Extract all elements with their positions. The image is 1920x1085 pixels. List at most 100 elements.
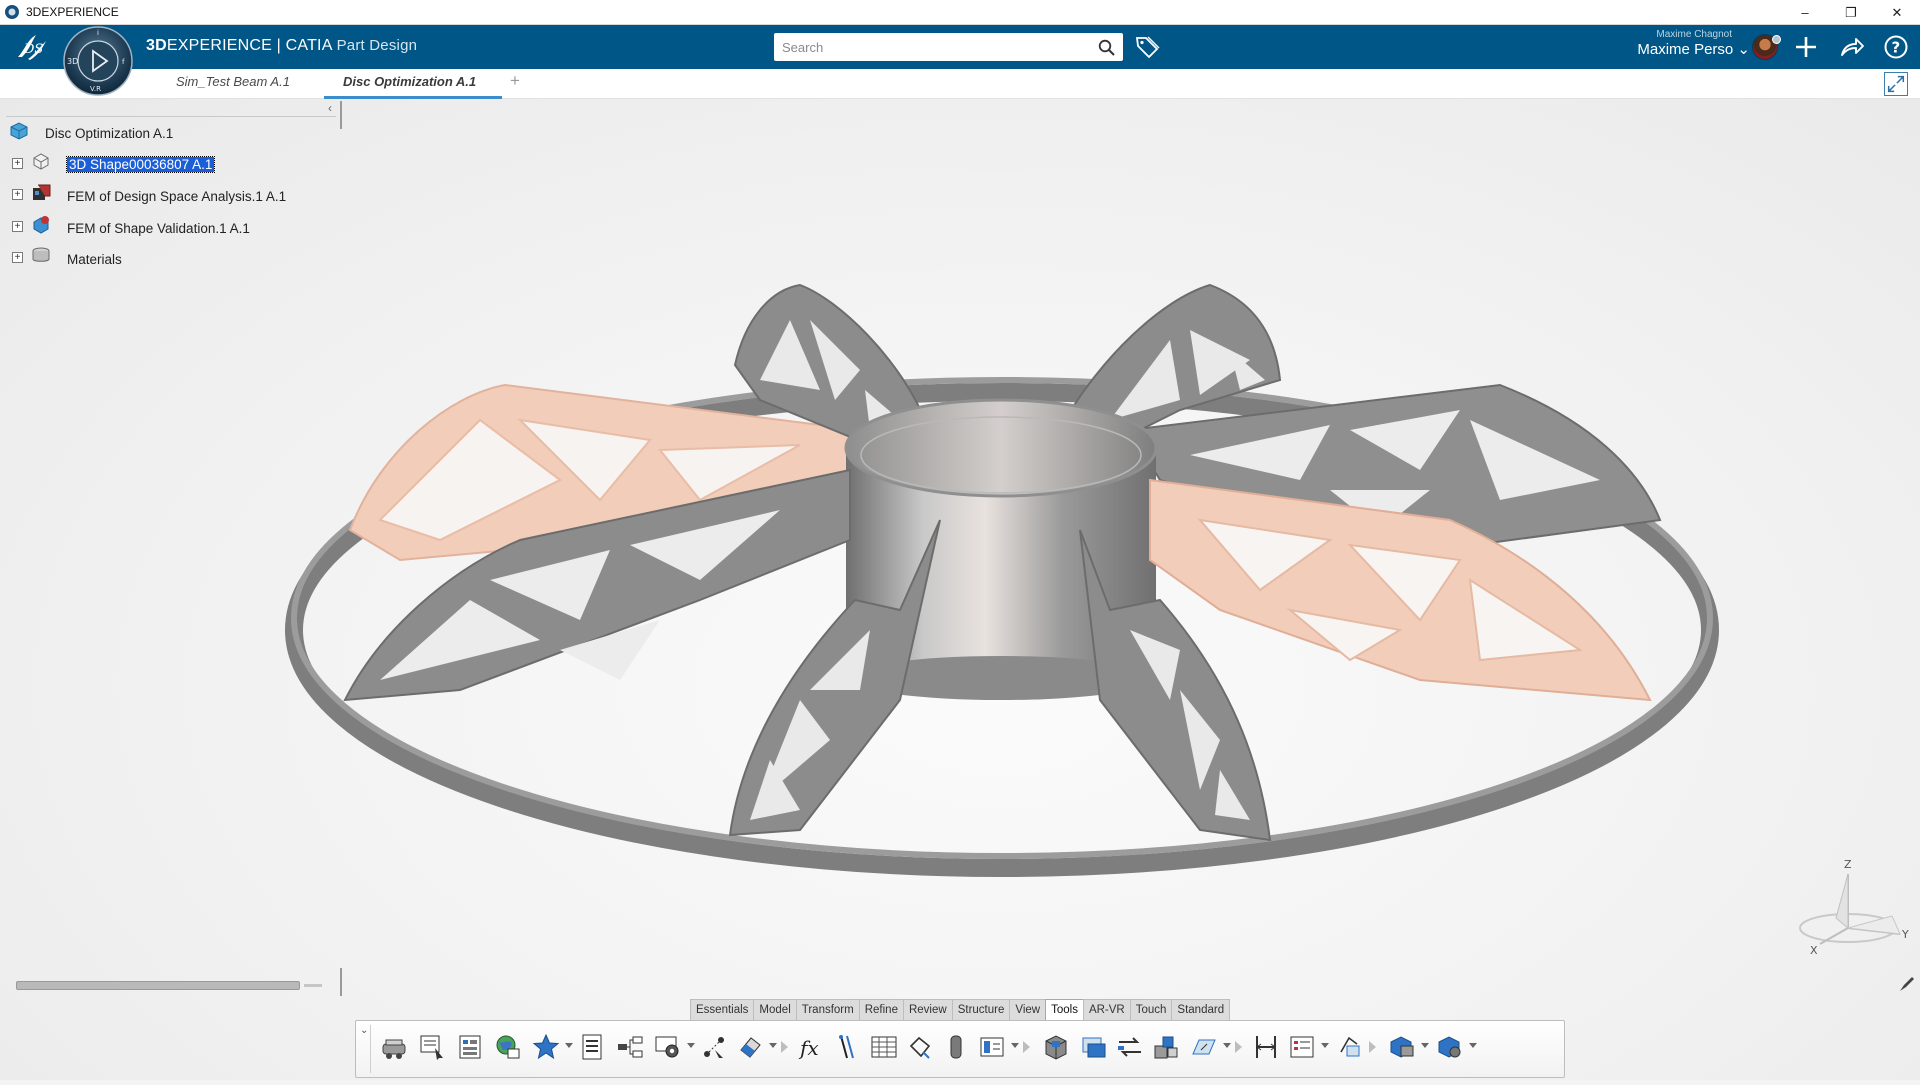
section-tab-view[interactable]: View <box>1009 999 1047 1020</box>
tree-item-3d-shape[interactable]: 3D Shape00036807 A.1 <box>65 156 216 173</box>
tree-item-fem-design-space[interactable]: FEM of Design Space Analysis.1 A.1 <box>67 189 286 204</box>
tag-icon[interactable] <box>1134 34 1160 60</box>
scrollbar-thumb[interactable] <box>16 981 300 990</box>
search-icon[interactable] <box>1098 39 1115 56</box>
section-tab-model[interactable]: Model <box>753 999 797 1020</box>
favorites-star-icon[interactable] <box>530 1031 562 1063</box>
cylinder-parameter-icon[interactable] <box>940 1031 972 1063</box>
tree-item-materials[interactable]: Materials <box>67 252 122 267</box>
action-bar-grip[interactable] <box>370 1025 373 1073</box>
axis-y-label: Y <box>1901 928 1909 941</box>
tree-reorder-icon[interactable] <box>614 1031 646 1063</box>
tree-expander-materials[interactable]: + <box>12 252 23 263</box>
section-tab-standard[interactable]: Standard <box>1171 999 1231 1020</box>
compass-vr-label: V.R <box>90 85 101 93</box>
brand-3d: 3D <box>146 37 167 54</box>
tree-expander-fem-validation[interactable]: + <box>12 221 23 232</box>
section-tab-touch[interactable]: Touch <box>1129 999 1173 1020</box>
transfer-icon[interactable] <box>1114 1031 1146 1063</box>
tab-sim-test-beam[interactable]: Sim_Test Beam A.1 <box>176 74 290 89</box>
properties-list-icon[interactable] <box>1286 1031 1318 1063</box>
reaction-icon[interactable] <box>904 1031 936 1063</box>
section-tab-review[interactable]: Review <box>902 999 953 1020</box>
formula-fx-icon[interactable]: fx <box>796 1031 828 1063</box>
compass-i-label: i <box>97 29 99 37</box>
3dexperience-app-icon <box>5 5 19 19</box>
3d-box-icon[interactable] <box>1040 1031 1072 1063</box>
table-view-icon[interactable] <box>454 1031 486 1063</box>
tab-disc-optimization[interactable]: Disc Optimization A.1 <box>343 74 476 89</box>
measure-icon[interactable] <box>1250 1031 1282 1063</box>
section-tab-refine[interactable]: Refine <box>858 999 904 1020</box>
select-properties-icon[interactable] <box>416 1031 448 1063</box>
action-bar: ⌄ fx <box>355 1020 1565 1078</box>
section-tab-transform[interactable]: Transform <box>795 999 860 1020</box>
settings-icon[interactable] <box>652 1031 684 1063</box>
capture-dropdown-icon[interactable] <box>1011 1043 1019 1048</box>
action-bar-separator <box>781 1041 788 1053</box>
user-menu[interactable]: Maxime Chagnot Maxime Perso ⌄ <box>1598 29 1750 58</box>
tree-expander-fem-design[interactable]: + <box>12 189 23 200</box>
tree-item-fem-shape-validation[interactable]: FEM of Shape Validation.1 A.1 <box>67 221 250 236</box>
notification-badge <box>1772 35 1781 44</box>
new-tab-button[interactable]: + <box>510 71 520 91</box>
scanner-icon[interactable] <box>378 1031 410 1063</box>
brand-experience: EXPERIENCE | CATIA <box>166 37 333 54</box>
tree-splitter[interactable] <box>340 101 342 129</box>
close-window-button[interactable]: ✕ <box>1874 0 1920 25</box>
section-tab-tools[interactable]: Tools <box>1045 999 1084 1020</box>
product-icon <box>10 122 28 140</box>
settings-dropdown-icon[interactable] <box>687 1043 695 1048</box>
fix-together-icon[interactable] <box>698 1031 730 1063</box>
simulation-settings-dropdown-icon[interactable] <box>1469 1043 1477 1048</box>
help-icon[interactable]: ? <box>1882 33 1910 61</box>
restore-button[interactable]: ❐ <box>1828 0 1874 25</box>
3d-viewport[interactable] <box>0 99 1920 1080</box>
axis-triad-widget[interactable]: Z Y X <box>1792 856 1912 956</box>
section-tab-essentials[interactable]: Essentials <box>690 999 755 1020</box>
assembly-icon[interactable] <box>1150 1031 1182 1063</box>
add-icon[interactable] <box>1792 33 1820 61</box>
window-title: 3DEXPERIENCE <box>26 5 119 19</box>
fullscreen-icon[interactable] <box>1884 72 1908 96</box>
share-icon[interactable] <box>1838 33 1866 61</box>
section-tab-ar-vr[interactable]: AR-VR <box>1082 999 1131 1020</box>
action-bar-collapse-icon[interactable]: ⌄ <box>360 1025 368 1036</box>
compass-widget[interactable]: 3D V.R i f <box>62 25 134 97</box>
top-bar: DS 3DEXPERIENCE | CATIAPart Design Maxim… <box>0 25 1920 69</box>
compass-snap-icon[interactable] <box>1334 1031 1366 1063</box>
properties-dropdown-icon[interactable] <box>1321 1043 1329 1048</box>
design-table-icon[interactable] <box>868 1031 900 1063</box>
fem-icon <box>33 184 51 200</box>
globe-catalog-icon[interactable] <box>492 1031 524 1063</box>
eraser-icon[interactable] <box>734 1031 766 1063</box>
render-view-icon[interactable] <box>1078 1031 1110 1063</box>
dassault-logo-icon[interactable]: DS <box>14 31 50 63</box>
minimize-button[interactable]: – <box>1782 0 1828 25</box>
search-input[interactable] <box>774 33 1090 61</box>
knowledge-rule-icon[interactable] <box>832 1031 864 1063</box>
collapse-tree-button[interactable]: ‹ <box>328 101 332 115</box>
action-bar-sections: Essentials Model Transform Refine Review… <box>690 999 1231 1020</box>
capture-list-icon[interactable] <box>976 1031 1008 1063</box>
viewport-splitter[interactable] <box>340 968 342 996</box>
tree-expander-3d-shape[interactable]: + <box>12 158 23 169</box>
brand-title: 3DEXPERIENCE | CATIA Part Design <box>146 37 417 55</box>
favorites-dropdown-icon[interactable] <box>565 1043 573 1048</box>
tree-horizontal-scrollbar[interactable] <box>16 981 324 991</box>
simulation-settings-icon[interactable] <box>1434 1031 1466 1063</box>
disc-optimization-part[interactable] <box>0 99 1920 1080</box>
axis-z-label: Z <box>1844 858 1852 871</box>
simulation-icon[interactable] <box>1386 1031 1418 1063</box>
robot-pen-icon[interactable] <box>1898 975 1916 993</box>
eraser-dropdown-icon[interactable] <box>769 1043 777 1048</box>
user-display-name: Maxime Perso ⌄ <box>1637 41 1750 58</box>
surface-dropdown-icon[interactable] <box>1223 1043 1231 1048</box>
section-tab-structure[interactable]: Structure <box>951 999 1011 1020</box>
simulation-dropdown-icon[interactable] <box>1421 1043 1429 1048</box>
document-list-icon[interactable] <box>576 1031 608 1063</box>
user-full-name: Maxime Chagnot <box>1656 29 1732 40</box>
axis-x-label: X <box>1810 944 1818 956</box>
tree-root-label[interactable]: Disc Optimization A.1 <box>45 126 173 141</box>
surface-tool-icon[interactable] <box>1188 1031 1220 1063</box>
